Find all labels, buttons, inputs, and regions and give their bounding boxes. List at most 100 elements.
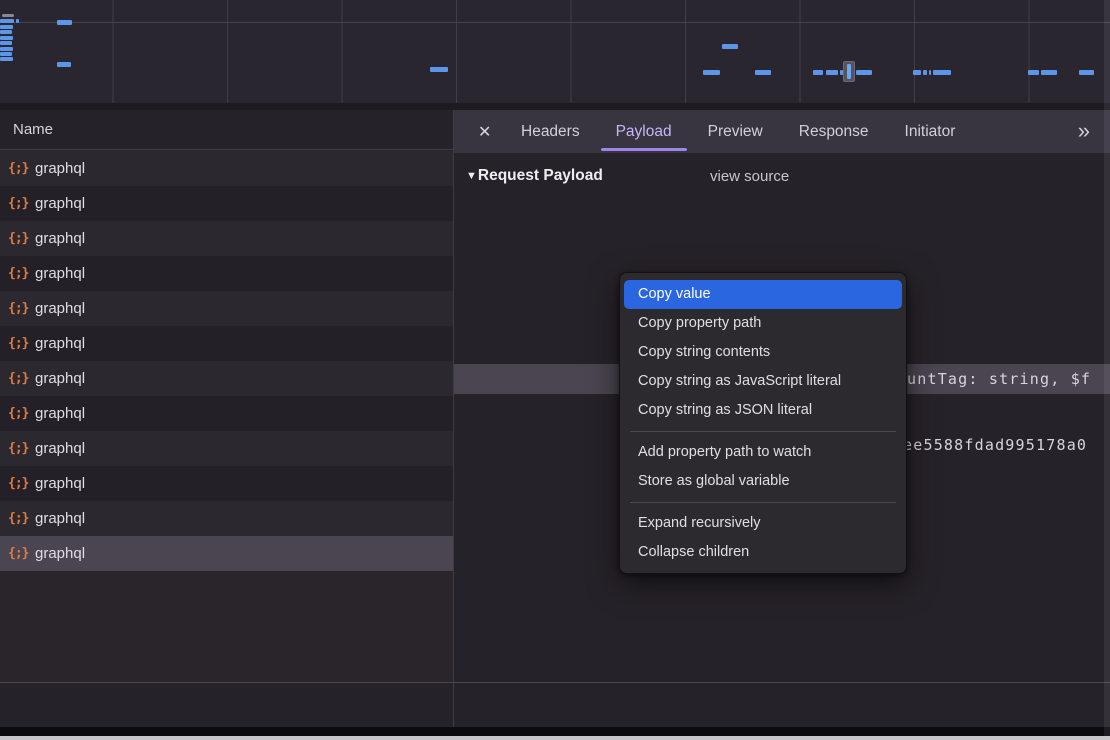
details-tabs: Headers Payload Preview Response Initiator — [521, 110, 955, 153]
network-request-bar[interactable] — [0, 52, 12, 56]
network-request-bar[interactable] — [722, 44, 738, 49]
tab-preview[interactable]: Preview — [708, 110, 763, 153]
request-row[interactable]: {;}graphql — [0, 501, 453, 536]
name-column-header[interactable]: Name — [0, 110, 453, 150]
timeline-bottom-border — [0, 103, 1110, 110]
network-request-bar[interactable] — [0, 47, 13, 51]
network-request-bar[interactable] — [0, 57, 13, 61]
request-row[interactable]: {;}graphql — [0, 466, 453, 501]
property-value-end: ee5588fdad995178a0 — [903, 430, 1087, 460]
request-list: {;}graphql{;}graphql{;}graphql{;}graphql… — [0, 151, 453, 571]
view-source-link[interactable]: view source — [710, 168, 789, 185]
json-braces-icon: {;} — [8, 256, 34, 291]
request-name: graphql — [35, 361, 85, 396]
context-menu: Copy valueCopy property pathCopy string … — [619, 272, 907, 574]
window-right-edge — [1104, 0, 1110, 736]
network-request-bar[interactable] — [0, 36, 13, 40]
menu-item-expand-recursively[interactable]: Expand recursively — [620, 509, 906, 538]
request-name: graphql — [35, 396, 85, 431]
menu-item-copy-string-as-javascript-literal[interactable]: Copy string as JavaScript literal — [620, 367, 906, 396]
request-list-panel: Name {;}graphql{;}graphql{;}graphql{;}gr… — [0, 110, 453, 682]
tab-initiator[interactable]: Initiator — [905, 110, 956, 153]
network-request-bar[interactable] — [57, 62, 71, 67]
menu-item-copy-value[interactable]: Copy value — [624, 280, 902, 309]
request-row[interactable]: {;}graphql — [0, 221, 453, 256]
network-request-bar[interactable] — [1028, 70, 1039, 75]
request-name: graphql — [35, 221, 85, 256]
network-request-bar[interactable] — [1079, 70, 1094, 75]
network-request-bar[interactable] — [16, 19, 19, 23]
tab-payload[interactable]: Payload — [616, 110, 672, 153]
request-row[interactable]: {;}graphql — [0, 396, 453, 431]
request-row[interactable]: {;}graphql — [0, 361, 453, 396]
json-braces-icon: {;} — [8, 151, 34, 186]
request-row[interactable]: {;}graphql — [0, 186, 453, 221]
tab-response[interactable]: Response — [799, 110, 869, 153]
request-row[interactable]: {;}graphql — [0, 151, 453, 186]
network-request-bar[interactable] — [856, 70, 872, 75]
request-name: graphql — [35, 501, 85, 536]
menu-separator — [630, 502, 896, 503]
network-request-bar[interactable] — [57, 20, 72, 25]
network-request-bar[interactable] — [703, 70, 720, 75]
tab-headers[interactable]: Headers — [521, 110, 580, 153]
json-braces-icon: {;} — [8, 186, 34, 221]
page-below-sliver — [0, 736, 1110, 740]
request-payload-section-header[interactable]: ▼Request Payload — [466, 167, 603, 191]
menu-separator — [630, 431, 896, 432]
request-name: graphql — [35, 536, 85, 571]
request-name: graphql — [35, 291, 85, 326]
network-request-bar[interactable] — [0, 25, 13, 29]
json-braces-icon: {;} — [8, 501, 34, 536]
menu-item-store-as-global-variable[interactable]: Store as global variable — [620, 467, 906, 496]
payload-root-line[interactable]: ▼ {operationName: "ipFlowTimeseries", va… — [454, 232, 1110, 262]
menu-item-collapse-children[interactable]: Collapse children — [620, 538, 906, 567]
network-request-bar[interactable] — [0, 41, 12, 45]
request-name: graphql — [35, 256, 85, 291]
network-request-bar[interactable] — [813, 70, 823, 75]
network-request-bar[interactable] — [826, 70, 838, 75]
menu-item-copy-property-path[interactable]: Copy property path — [620, 309, 906, 338]
summary-divider — [0, 682, 1110, 683]
network-overview-timeline[interactable] — [0, 0, 1110, 103]
network-request-bar[interactable] — [923, 70, 927, 75]
selected-request-marker-bar — [847, 64, 851, 79]
network-request-bar[interactable] — [933, 70, 951, 75]
network-request-bar[interactable] — [430, 67, 448, 72]
request-row[interactable]: {;}graphql — [0, 536, 453, 571]
network-request-bar[interactable] — [0, 19, 14, 23]
menu-item-copy-string-as-json-literal[interactable]: Copy string as JSON literal — [620, 396, 906, 425]
more-tabs-icon[interactable]: » — [1078, 110, 1088, 153]
request-name: graphql — [35, 466, 85, 501]
section-title: Request Payload — [478, 167, 603, 184]
menu-item-add-property-path-to-watch[interactable]: Add property path to watch — [620, 438, 906, 467]
json-braces-icon: {;} — [8, 221, 34, 256]
close-icon[interactable]: ✕ — [478, 122, 496, 142]
json-braces-icon: {;} — [8, 431, 34, 466]
request-name: graphql — [35, 431, 85, 466]
network-request-bar[interactable] — [0, 30, 12, 34]
request-row[interactable]: {;}graphql — [0, 256, 453, 291]
property-value-end: untTag: string, $f — [907, 364, 1091, 394]
request-name: graphql — [35, 186, 85, 221]
devtools-bottom-edge — [0, 727, 1110, 736]
json-braces-icon: {;} — [8, 291, 34, 326]
request-row[interactable]: {;}graphql — [0, 326, 453, 361]
request-row[interactable]: {;}graphql — [0, 291, 453, 326]
request-name: graphql — [35, 326, 85, 361]
request-row[interactable]: {;}graphql — [0, 431, 453, 466]
json-braces-icon: {;} — [8, 466, 34, 501]
network-request-bar[interactable] — [929, 70, 931, 75]
details-tabbar: ✕ Headers Payload Preview Response Initiator… — [454, 110, 1110, 153]
timeline-bars — [0, 0, 1110, 103]
json-braces-icon: {;} — [8, 361, 34, 396]
network-request-bar[interactable] — [913, 70, 921, 75]
json-braces-icon: {;} — [8, 396, 34, 431]
panel-splitter[interactable] — [453, 110, 454, 727]
network-request-bar[interactable] — [755, 70, 771, 75]
menu-item-copy-string-contents[interactable]: Copy string contents — [620, 338, 906, 367]
collapse-triangle-icon: ▼ — [466, 170, 477, 182]
timeline-load-marker — [2, 14, 14, 17]
network-request-bar[interactable] — [1041, 70, 1057, 75]
devtools-network-panel: Name {;}graphql{;}graphql{;}graphql{;}gr… — [0, 0, 1110, 740]
